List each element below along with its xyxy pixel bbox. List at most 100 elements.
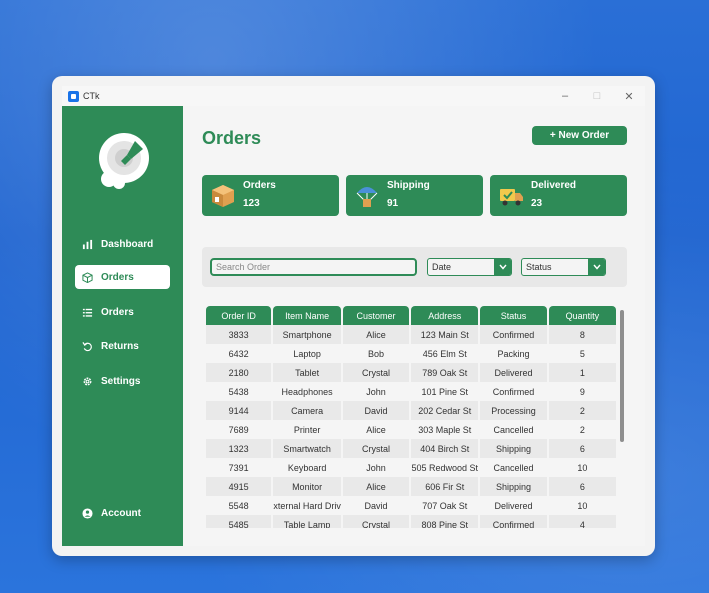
table-row[interactable]: 5438 Headphones John 101 Pine St Confirmed 9 — [206, 382, 616, 401]
date-select[interactable]: Date — [427, 258, 512, 276]
sidebar-item-label: Account — [101, 507, 141, 519]
table-cell: Cancelled — [480, 420, 547, 439]
table-row[interactable]: 4915 Monitor Alice 606 Fir St Shipping 6 — [206, 477, 616, 496]
table-cell: 6 — [548, 439, 616, 458]
undo-icon — [81, 340, 93, 352]
table-cell: 6 — [548, 477, 616, 496]
sidebar-item-orders[interactable]: Orders — [75, 265, 170, 289]
table-cell: Table Lamp — [273, 515, 341, 528]
list-icon — [81, 306, 93, 318]
table-row[interactable]: 5485 Table Lamp Crystal 808 Pine St Confirme… — [206, 515, 616, 528]
sidebar-item-returns[interactable]: Returns — [75, 334, 170, 358]
chevron-down-icon[interactable] — [494, 259, 511, 275]
table-cell: Smartphone — [273, 325, 341, 344]
table-cell: Keyboard — [273, 458, 341, 477]
table-cell: 8 — [548, 325, 616, 344]
table-cell: 707 Oak St — [411, 496, 479, 515]
window-title: CTk — [83, 91, 100, 101]
table-cell: John — [342, 382, 410, 401]
table-cell: 9144 — [206, 401, 272, 420]
table-cell: Delivered — [480, 363, 547, 382]
stat-value: 23 — [531, 198, 543, 209]
table-header-row: Order ID Item Name Customer Address Stat… — [206, 306, 616, 325]
table-cell: Crystal — [342, 363, 410, 382]
table-cell: 303 Maple St — [411, 420, 479, 439]
column-header[interactable]: Quantity — [548, 306, 616, 325]
column-header[interactable]: Address — [411, 306, 479, 325]
stat-card-delivered: Delivered 23 — [490, 175, 627, 216]
box-icon — [81, 271, 93, 283]
orders-table: Order ID Item Name Customer Address Stat… — [206, 306, 616, 528]
gear-icon — [81, 375, 93, 387]
app-icon — [68, 90, 79, 102]
table-cell: 789 Oak St — [411, 363, 479, 382]
column-header[interactable]: Status — [480, 306, 547, 325]
new-order-button[interactable]: + New Order — [532, 126, 627, 145]
stat-label: Delivered — [531, 180, 577, 191]
table-cell: David — [342, 401, 410, 420]
table-row[interactable]: 7391 Keyboard John 505 Redwood St Cancelled 1… — [206, 458, 616, 477]
stat-value: 123 — [243, 198, 260, 209]
table-scrollbar[interactable] — [620, 310, 624, 442]
table-cell: 404 Birch St — [411, 439, 479, 458]
column-header[interactable]: Order ID — [206, 306, 272, 325]
table-cell: 2 — [548, 420, 616, 439]
table-row[interactable]: 5548 xternal Hard Driv David 707 Oak St Deli… — [206, 496, 616, 515]
table-cell: 3833 — [206, 325, 272, 344]
table-cell: Crystal — [342, 439, 410, 458]
table-row[interactable]: 2180 Tablet Crystal 789 Oak St Delivered 1 — [206, 363, 616, 382]
table-cell: Alice — [342, 477, 410, 496]
table-cell: Shipping — [480, 477, 547, 496]
table-cell: Headphones — [273, 382, 341, 401]
table-cell: Alice — [342, 420, 410, 439]
close-button[interactable]: ✕ — [613, 86, 645, 106]
table-cell: 6432 — [206, 344, 272, 363]
search-input[interactable] — [210, 258, 417, 276]
table-cell: 9 — [548, 382, 616, 401]
table-cell: Delivered — [480, 496, 547, 515]
stat-value: 91 — [387, 198, 399, 209]
user-icon — [81, 507, 93, 519]
table-cell: Laptop — [273, 344, 341, 363]
package-icon — [212, 185, 234, 207]
delivery-truck-icon — [500, 189, 523, 206]
status-select[interactable]: Status — [521, 258, 606, 276]
table-cell: 123 Main St — [411, 325, 479, 344]
sidebar-item-account[interactable]: Account — [75, 501, 170, 525]
table-row[interactable]: 7689 Printer Alice 303 Maple St Cancelled 2 — [206, 420, 616, 439]
table-cell: Printer — [273, 420, 341, 439]
table-cell: 606 Fir St — [411, 477, 479, 496]
table-row[interactable]: 9144 Camera David 202 Cedar St Processing 2 — [206, 401, 616, 420]
table-cell: Processing — [480, 401, 547, 420]
table-row[interactable]: 6432 Laptop Bob 456 Elm St Packing 5 — [206, 344, 616, 363]
table-cell: Crystal — [342, 515, 410, 528]
sidebar-item-dashboard[interactable]: Dashboard — [75, 232, 170, 256]
status-select-value: Status — [526, 262, 552, 272]
sidebar: Dashboard Orders Orders Returns Settings… — [62, 106, 183, 546]
table-cell: Cancelled — [480, 458, 547, 477]
minimize-button[interactable]: – — [549, 86, 581, 106]
table-cell: 101 Pine St — [411, 382, 479, 401]
table-cell: xternal Hard Driv — [273, 496, 341, 515]
column-header[interactable]: Item Name — [273, 306, 341, 325]
stat-label: Shipping — [387, 180, 430, 191]
sidebar-item-label: Dashboard — [101, 238, 154, 250]
maximize-button[interactable]: □ — [581, 86, 613, 106]
chevron-down-icon[interactable] — [588, 259, 605, 275]
column-header[interactable]: Customer — [342, 306, 410, 325]
sidebar-item-orders-list[interactable]: Orders — [75, 300, 170, 324]
stat-card-shipping: Shipping 91 — [346, 175, 483, 216]
window-controls: – □ ✕ — [549, 86, 645, 106]
table-row[interactable]: 1323 Smartwatch Crystal 404 Birch St Shippin… — [206, 439, 616, 458]
table-cell: 5548 — [206, 496, 272, 515]
table-cell: Camera — [273, 401, 341, 420]
sidebar-item-label: Returns — [101, 340, 139, 352]
table-cell: Confirmed — [480, 325, 547, 344]
table-cell: Monitor — [273, 477, 341, 496]
table-cell: 4 — [548, 515, 616, 528]
table-row[interactable]: 3833 Smartphone Alice 123 Main St Confirmed 8 — [206, 325, 616, 344]
table-cell: 505 Redwood St — [411, 458, 479, 477]
table-cell: Confirmed — [480, 382, 547, 401]
sidebar-item-settings[interactable]: Settings — [75, 369, 170, 393]
table-cell: Packing — [480, 344, 547, 363]
